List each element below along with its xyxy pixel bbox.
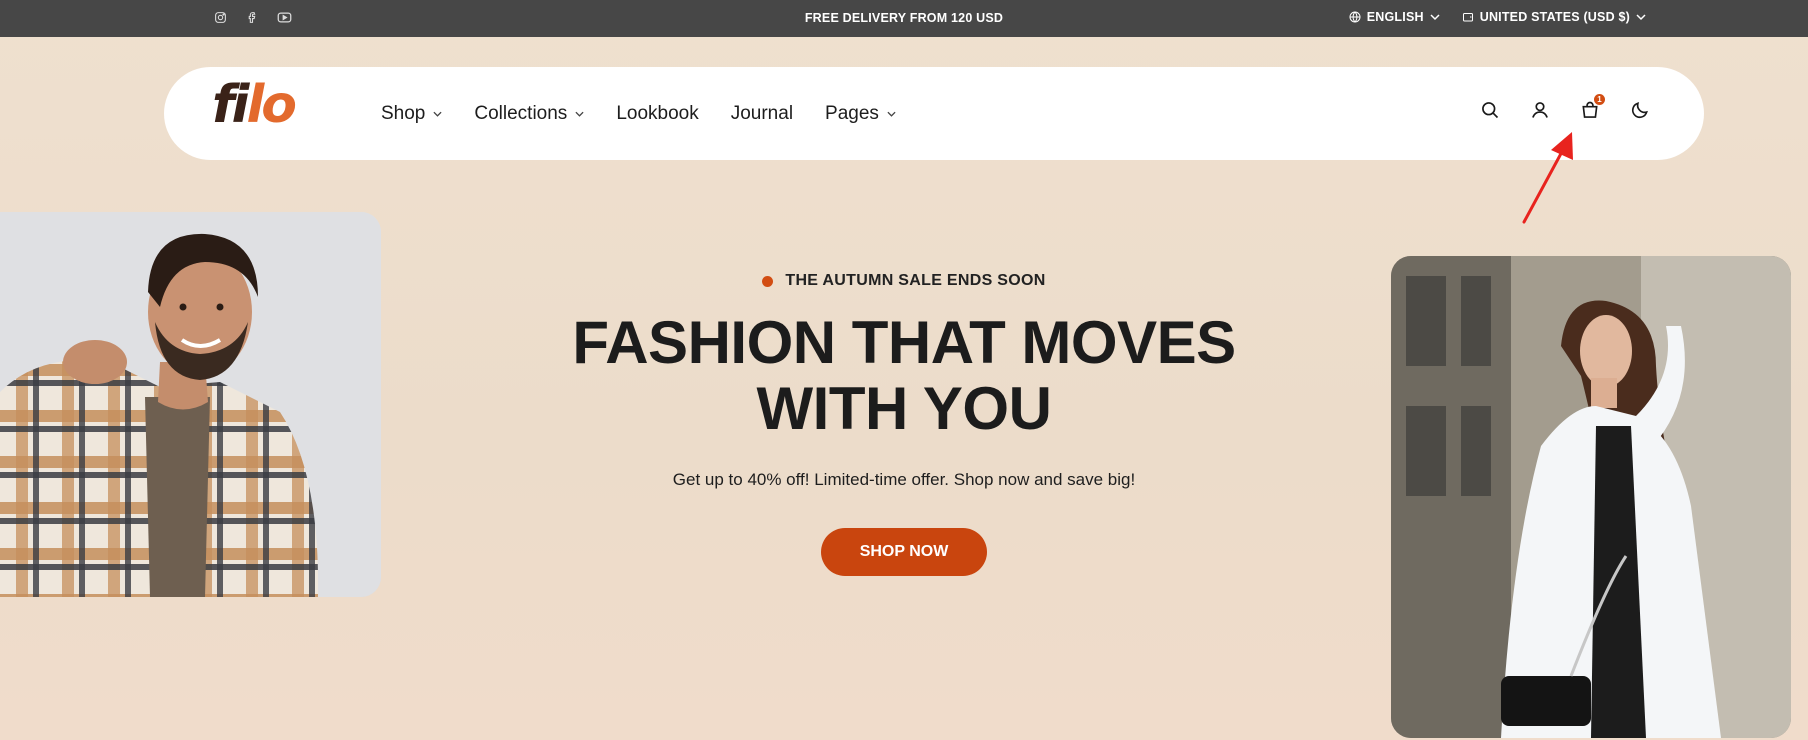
- headline-line-2: WITH YOU: [756, 374, 1052, 442]
- hero-subtext: Get up to 40% off! Limited-time offer. S…: [672, 469, 1136, 489]
- main-menu: Shop Collections Lookbook Journal Pages: [381, 103, 896, 125]
- language-selector[interactable]: ENGLISH: [1349, 10, 1440, 24]
- hero-headline: FASHION THAT MOVES WITH YOU: [0, 308, 1808, 442]
- nav-item-label: Journal: [730, 103, 794, 124]
- chevron-down-icon: [433, 109, 442, 120]
- currency-label: UNITED STATES (USD $): [1479, 10, 1630, 24]
- cart-icon[interactable]: 1: [1579, 94, 1605, 121]
- chevron-down-icon: [1636, 13, 1646, 21]
- logo-part-1: fi: [212, 75, 249, 135]
- nav-item-journal[interactable]: Journal: [731, 103, 793, 125]
- headline-line-1: FASHION THAT MOVES: [572, 308, 1236, 376]
- wallet-icon: [1462, 11, 1474, 23]
- main-header: filo Shop Collections Lookbook Journal P…: [164, 67, 1704, 160]
- eyebrow-text: THE AUTUMN SALE ENDS SOON: [785, 272, 1046, 289]
- nav-item-label: Collections: [474, 103, 568, 124]
- nav-item-label: Lookbook: [616, 103, 699, 124]
- hero-section: THE AUTUMN SALE ENDS SOON FASHION THAT M…: [0, 272, 1808, 576]
- status-dot-icon: [762, 275, 774, 287]
- language-label: ENGLISH: [1366, 10, 1424, 24]
- chevron-down-icon: [575, 109, 584, 120]
- nav-item-collections[interactable]: Collections: [474, 103, 584, 125]
- nav-item-shop[interactable]: Shop: [381, 103, 442, 125]
- dark-mode-icon[interactable]: [1629, 99, 1651, 121]
- nav-item-label: Shop: [381, 103, 426, 124]
- annotation-arrow: [1522, 132, 1573, 224]
- logo-part-2: lo: [246, 75, 297, 135]
- nav-item-label: Pages: [825, 103, 879, 124]
- search-icon[interactable]: [1479, 99, 1501, 121]
- cart-count-badge: 1: [1594, 94, 1605, 105]
- brand-logo[interactable]: filo: [212, 79, 297, 131]
- currency-selector[interactable]: UNITED STATES (USD $): [1462, 10, 1646, 24]
- account-icon[interactable]: [1529, 99, 1551, 121]
- chevron-down-icon: [1430, 13, 1440, 21]
- announcement-bar: FREE DELIVERY FROM 120 USD ENGLISH UNITE…: [0, 0, 1808, 37]
- locale-selectors: ENGLISH UNITED STATES (USD $): [1349, 10, 1646, 24]
- header-actions: 1: [1479, 94, 1651, 121]
- chevron-down-icon: [887, 109, 896, 120]
- nav-item-pages[interactable]: Pages: [825, 103, 896, 125]
- shop-now-button[interactable]: SHOP NOW: [821, 527, 987, 576]
- nav-item-lookbook[interactable]: Lookbook: [616, 103, 698, 125]
- globe-icon: [1349, 11, 1361, 23]
- sale-eyebrow: THE AUTUMN SALE ENDS SOON: [762, 272, 1045, 290]
